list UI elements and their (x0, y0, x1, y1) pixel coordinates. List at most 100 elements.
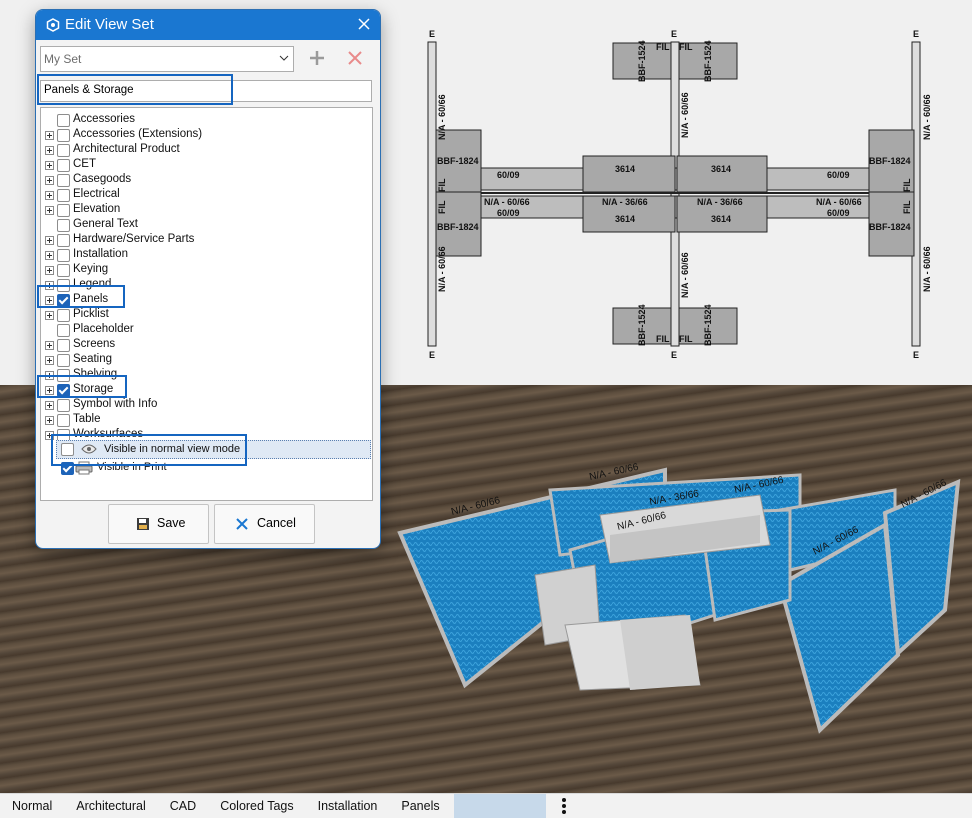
close-icon[interactable] (356, 16, 372, 32)
plan-na-label: N/A - 60/66 (922, 246, 932, 292)
plan-na-label: N/A - 36/66 (697, 197, 743, 207)
tab-panels[interactable]: Panels (389, 794, 451, 818)
tab-cad[interactable]: CAD (158, 794, 208, 818)
view-set-value: My Set (44, 52, 82, 66)
expand-icon[interactable] (45, 161, 54, 170)
expand-icon[interactable] (45, 191, 54, 200)
expand-icon[interactable] (45, 341, 54, 350)
filter-highlight (37, 74, 233, 105)
app-icon (46, 18, 60, 32)
plan-fil-label: FIL (902, 178, 912, 192)
cancel-button[interactable]: Cancel (214, 504, 315, 544)
dialog-titlebar: Edit View Set (36, 10, 380, 40)
tree-item[interactable]: Picklist (41, 308, 371, 323)
tree-item-checkbox[interactable] (57, 234, 70, 247)
plan-na-label: N/A - 60/66 (680, 252, 690, 298)
plan-box-label: 3614 (711, 214, 731, 224)
plan-fil-label: FIL (902, 200, 912, 214)
plan-box-label: 3614 (615, 164, 635, 174)
plan-bbf-small-label: BBF-1524 (703, 304, 713, 346)
tree-item[interactable]: Installation (41, 248, 371, 263)
plan-box-label: 3614 (711, 164, 731, 174)
tree-item[interactable]: Elevation (41, 203, 371, 218)
tree-item[interactable]: Hardware/Service Parts (41, 233, 371, 248)
chevron-down-icon (279, 55, 289, 61)
save-button[interactable]: Save (108, 504, 209, 544)
save-icon (137, 518, 149, 530)
tree-item[interactable]: Architectural Product (41, 143, 371, 158)
expand-icon[interactable] (45, 356, 54, 365)
tree-item-checkbox[interactable] (57, 354, 70, 367)
plan-box-label: 3614 (615, 214, 635, 224)
tree-item-label: Architectural Product (73, 143, 180, 155)
cancel-label: Cancel (257, 516, 296, 530)
view-tabs: Normal Architectural CAD Colored Tags In… (0, 793, 972, 818)
tree-item-checkbox[interactable] (57, 129, 70, 142)
tree-item[interactable]: Casegoods (41, 173, 371, 188)
expand-icon[interactable] (45, 416, 54, 425)
expand-icon[interactable] (45, 236, 54, 245)
expand-icon[interactable] (45, 311, 54, 320)
plan-fil-label: FIL (679, 334, 693, 344)
tree-item[interactable]: Accessories (Extensions) (41, 128, 371, 143)
tree-item-checkbox[interactable] (57, 399, 70, 412)
tree-item-checkbox[interactable] (57, 339, 70, 352)
plan-e-label: E (429, 29, 435, 39)
tree-item-label: Installation (73, 248, 128, 260)
tree-item[interactable]: General Text (41, 218, 371, 233)
plan-panel-label: 60/09 (827, 208, 850, 218)
tree-item[interactable]: Symbol with Info (41, 398, 371, 413)
expand-icon[interactable] (45, 266, 54, 275)
expand-icon[interactable] (45, 131, 54, 140)
more-tabs-icon[interactable] (556, 794, 572, 818)
plan-bbf-label: BBF-1824 (437, 222, 479, 232)
tree-item[interactable]: Keying (41, 263, 371, 278)
tree-item[interactable]: Accessories (41, 113, 371, 128)
dialog-title: Edit View Set (65, 16, 154, 33)
tree-item-checkbox[interactable] (57, 309, 70, 322)
expand-icon[interactable] (45, 176, 54, 185)
tree-item-label: Casegoods (73, 173, 132, 185)
tree-item-checkbox[interactable] (57, 174, 70, 187)
tree-item[interactable]: Electrical (41, 188, 371, 203)
tree-item-checkbox[interactable] (57, 189, 70, 202)
tree-item-checkbox[interactable] (57, 159, 70, 172)
tree-item[interactable]: Screens (41, 338, 371, 353)
plan-e-label: E (671, 350, 677, 360)
plan-na-label: N/A - 36/66 (602, 197, 648, 207)
tree-item-checkbox[interactable] (57, 114, 70, 127)
tab-architectural[interactable]: Architectural (64, 794, 157, 818)
tree-item-label: Keying (73, 263, 109, 275)
plan-e-label: E (913, 350, 919, 360)
tree-item-checkbox[interactable] (57, 249, 70, 262)
tree-item[interactable]: Placeholder (41, 323, 371, 338)
tab-colored-tags[interactable]: Colored Tags (208, 794, 305, 818)
plan-na-label: N/A - 60/66 (437, 246, 447, 292)
tree-item[interactable]: Table (41, 413, 371, 428)
tree-item-checkbox[interactable] (57, 324, 70, 337)
plan-bbf-label: BBF-1824 (869, 222, 911, 232)
expand-icon[interactable] (45, 251, 54, 260)
expand-icon[interactable] (45, 206, 54, 215)
tree-item-label: General Text (73, 218, 138, 230)
tree-item-checkbox[interactable] (57, 144, 70, 157)
tree-item-checkbox[interactable] (57, 264, 70, 277)
tree-item[interactable]: Seating (41, 353, 371, 368)
tree-item-label: Hardware/Service Parts (73, 233, 195, 245)
expand-icon[interactable] (45, 401, 54, 410)
add-icon[interactable] (308, 49, 326, 67)
tab-normal[interactable]: Normal (0, 794, 64, 818)
plan-fil-label: FIL (656, 42, 670, 52)
plan-fil-label: FIL (656, 334, 670, 344)
tree-item[interactable]: CET (41, 158, 371, 173)
edit-view-set-dialog: Edit View Set My Set Panels & Storage Ac… (35, 9, 381, 549)
expand-icon[interactable] (45, 146, 54, 155)
tab-new[interactable] (453, 794, 546, 818)
tree-item-checkbox[interactable] (57, 414, 70, 427)
tab-installation[interactable]: Installation (306, 794, 390, 818)
delete-icon[interactable] (346, 49, 364, 67)
tree-item-checkbox[interactable] (57, 204, 70, 217)
plan-panel-label: 60/09 (827, 170, 850, 180)
view-set-select[interactable]: My Set (40, 46, 294, 72)
tree-item-checkbox[interactable] (57, 219, 70, 232)
